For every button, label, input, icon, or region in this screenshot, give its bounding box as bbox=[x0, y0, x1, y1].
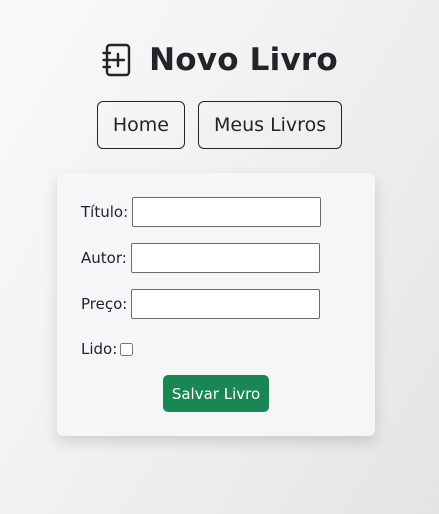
my-books-button[interactable]: Meus Livros bbox=[198, 101, 343, 149]
price-row: Preço: bbox=[81, 289, 321, 319]
read-label: Lido: bbox=[81, 340, 118, 358]
read-checkbox[interactable] bbox=[120, 342, 134, 356]
save-book-button[interactable]: Salvar Livro bbox=[163, 375, 269, 412]
journal-plus-icon bbox=[101, 43, 133, 77]
nav-bar: Home Meus Livros bbox=[0, 101, 439, 149]
title-label: Título: bbox=[81, 203, 129, 221]
author-label: Autor: bbox=[81, 249, 127, 267]
read-row: Lido: bbox=[81, 340, 134, 358]
new-book-form: Título: Autor: Preço: Lido: Salvar Livro bbox=[57, 173, 375, 436]
price-input[interactable] bbox=[131, 289, 321, 319]
page-header: Novo Livro bbox=[0, 40, 439, 80]
author-row: Autor: bbox=[81, 243, 320, 273]
title-input[interactable] bbox=[132, 197, 322, 227]
author-input[interactable] bbox=[130, 243, 320, 273]
title-row: Título: bbox=[81, 197, 322, 227]
home-button[interactable]: Home bbox=[96, 101, 185, 149]
page-title: Novo Livro bbox=[149, 42, 338, 78]
price-label: Preço: bbox=[81, 295, 128, 313]
